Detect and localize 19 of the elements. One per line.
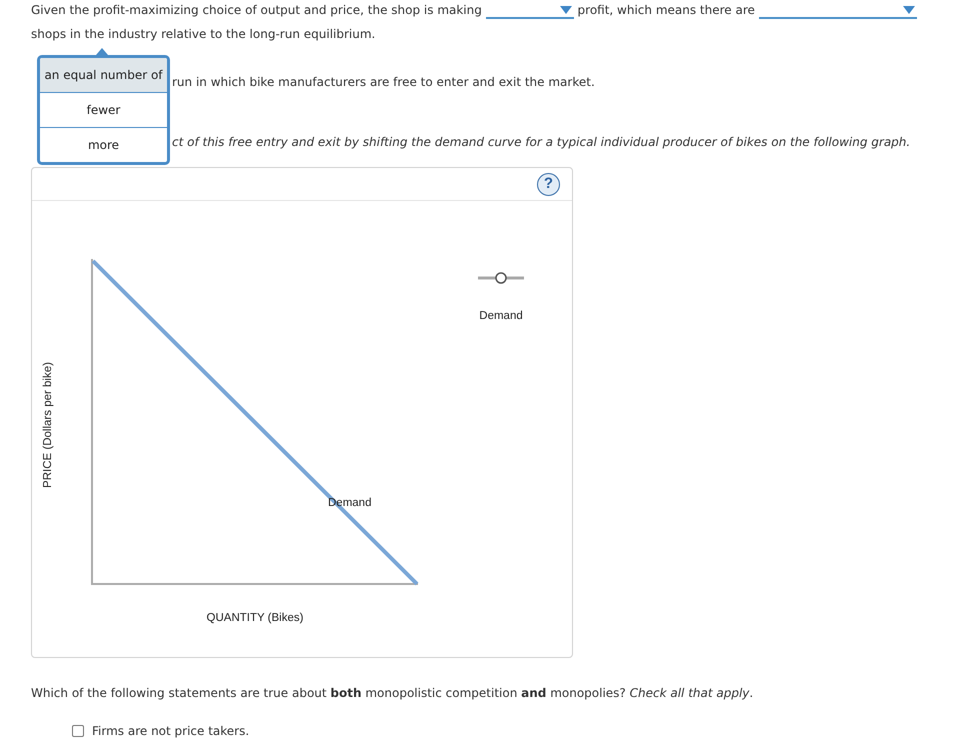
y-axis-label: PRICE (Dollars per bike): [42, 362, 54, 488]
question-text: shops in the industry relative to the long-run equilibrium.: [31, 27, 376, 41]
question-text: Given the profit-maximizing choice of output and price, the shop is making: [31, 3, 482, 17]
legend-marker-icon[interactable]: [478, 272, 524, 284]
option-label: Firms are not price takers.: [92, 723, 250, 739]
question-text: profit, which means there are: [578, 3, 755, 17]
x-axis-label: QUANTITY (Bikes): [206, 612, 304, 624]
help-button[interactable]: ?: [537, 172, 560, 196]
dropdown-option[interactable]: an equal number of: [40, 58, 167, 92]
dropdown-option[interactable]: fewer: [40, 92, 167, 127]
question-prompt: Which of the following statements are true about both monopolistic competition and monopolies? Check all that apply.: [31, 686, 754, 700]
instruction-text: ct of this free entry and exit by shifting the demand curve for a typical individual producer of bikes on the following graph.: [172, 135, 910, 149]
paragraph-text: run in which bike manufacturers are free to enter and exit the market.: [172, 75, 595, 89]
caret-icon: [902, 6, 915, 14]
caret-icon: [560, 6, 572, 14]
checkbox[interactable]: [72, 725, 84, 737]
legend-label: Demand: [479, 310, 523, 322]
dropdown-option[interactable]: more: [40, 127, 167, 162]
demand-curve[interactable]: [92, 260, 418, 586]
